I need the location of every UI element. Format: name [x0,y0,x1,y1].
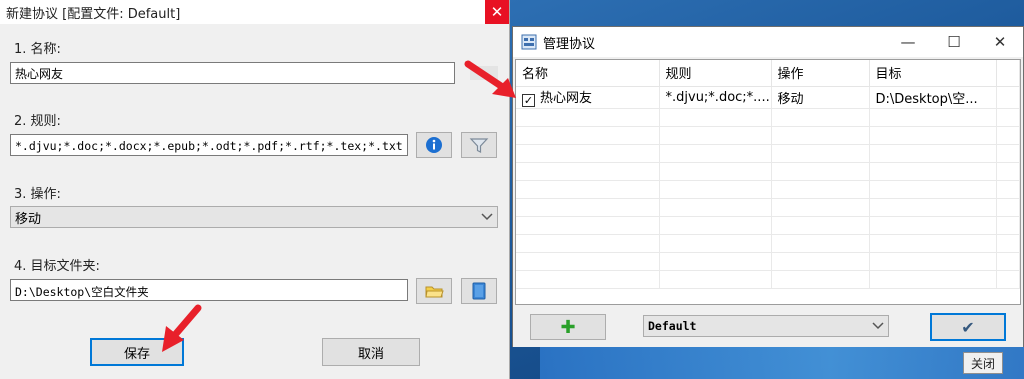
manage-protocols-dialog: 管理协议 — ☐ ✕ 名称 规则 操作 目标 ✓ 热心网友 *.djvu;*.d… [512,26,1024,347]
dialog-title: 新建协议 [配置文件: Default] [6,6,181,22]
cell-action[interactable]: 移动 [771,86,870,109]
empty-row [516,180,1020,199]
empty-row [516,144,1020,163]
dialog-title: 管理协议 [543,36,596,52]
browse-folder-button[interactable] [416,278,452,304]
column-header-rule[interactable]: 规则 [659,60,772,87]
manage-bottom-bar: ✚ Default ✔ [513,307,1023,347]
target-label: 4. 目标文件夹: [14,259,100,274]
cell-name[interactable]: ✓ 热心网友 [516,86,660,109]
column-header-name[interactable]: 名称 [516,60,660,87]
cell-name-text: 热心网友 [540,91,593,106]
name-side-button[interactable] [470,66,498,80]
manage-protocols-titlebar: 管理协议 — ☐ ✕ [513,27,1023,57]
confirm-button[interactable]: ✔ [930,313,1006,341]
plus-icon: ✚ [560,316,576,338]
column-header-target[interactable]: 目标 [869,60,997,87]
column-header-filler [996,60,1020,87]
book-button[interactable] [461,278,497,304]
action-select[interactable]: 移动 [10,206,498,228]
close-icon[interactable]: ✕ [977,27,1023,57]
name-label: 1. 名称: [14,42,61,57]
empty-row [516,270,1020,289]
add-protocol-button[interactable]: ✚ [530,314,606,340]
cell-filler [996,86,1020,109]
app-icon [521,34,537,50]
column-header-action[interactable]: 操作 [771,60,870,87]
info-icon [426,137,442,153]
info-button[interactable] [416,132,452,158]
cancel-button[interactable]: 取消 [322,338,420,366]
chevron-down-icon [481,213,493,221]
cell-target[interactable]: D:\Desktop\空... [869,86,997,109]
action-select-value: 移动 [15,211,42,227]
minimize-icon[interactable]: — [885,27,931,57]
empty-row [516,216,1020,235]
cell-rule[interactable]: *.djvu;*.doc;*.... [659,86,772,109]
folder-icon [425,286,444,298]
protocol-table: 名称 规则 操作 目标 ✓ 热心网友 *.djvu;*.doc;*.... 移动 … [516,60,1020,289]
new-protocol-dialog: 新建协议 [配置文件: Default] ✕ 1. 名称: 热心网友 2. 规则… [0,0,510,379]
check-icon: ✔ [961,317,975,337]
protocol-grid: 名称 规则 操作 目标 ✓ 热心网友 *.djvu;*.doc;*.... 移动 … [515,59,1021,305]
empty-row [516,126,1020,145]
row-checkbox[interactable]: ✓ [522,94,535,107]
close-icon[interactable]: ✕ [485,0,509,24]
empty-row [516,198,1020,217]
table-row[interactable]: ✓ 热心网友 *.djvu;*.doc;*.... 移动 D:\Desktop\空… [516,86,1020,109]
book-icon [472,282,486,300]
table-header-row: 名称 规则 操作 目标 [516,60,1020,87]
maximize-icon[interactable]: ☐ [931,27,977,57]
rule-label: 2. 规则: [14,114,61,129]
action-label: 3. 操作: [14,187,61,202]
empty-row [516,252,1020,271]
filter-button[interactable] [461,132,497,158]
chevron-down-icon [872,322,884,330]
empty-row [516,162,1020,181]
name-input[interactable]: 热心网友 [10,62,455,84]
empty-row [516,108,1020,127]
profile-select-value: Default [648,319,697,333]
profile-select[interactable]: Default [643,315,889,337]
new-protocol-titlebar: 新建协议 [配置文件: Default] ✕ [0,0,509,24]
target-folder-input[interactable]: D:\Desktop\空白文件夹 [10,279,408,301]
rule-input[interactable]: *.djvu;*.doc;*.docx;*.epub;*.odt;*.pdf;*… [10,134,408,156]
empty-row [516,234,1020,253]
filter-icon [469,138,489,153]
close-tooltip: 关闭 [963,352,1003,374]
save-button[interactable]: 保存 [90,338,184,366]
